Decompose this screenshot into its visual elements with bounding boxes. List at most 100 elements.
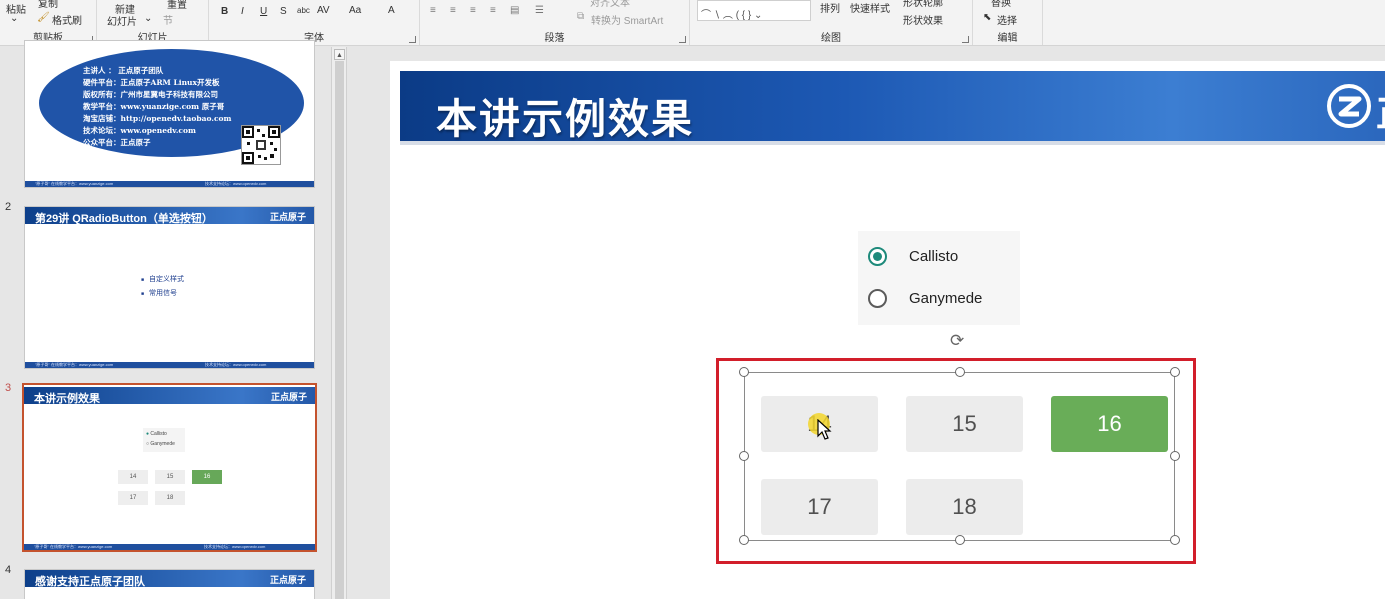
current-slide[interactable]: 本讲示例效果 正 Callisto Ganymede	[390, 61, 1385, 599]
shape-effects-button[interactable]: 形状效果	[903, 12, 943, 27]
slide-number-4: 4	[5, 564, 12, 576]
mini-button: 17	[118, 491, 148, 505]
select-button[interactable]: 选择	[997, 12, 1017, 27]
font-color-button[interactable]: A	[388, 5, 395, 16]
mini-button-active: 16	[192, 470, 222, 484]
paragraph-launcher-icon[interactable]	[679, 36, 686, 43]
rotate-handle-icon[interactable]: ⟳	[950, 331, 964, 351]
align-text-button[interactable]: 对齐文本	[590, 0, 630, 9]
qr-code-image	[241, 125, 281, 165]
character-spacing-button[interactable]: AV	[317, 5, 330, 16]
contact-info-lines: 主讲人 ： 正点原子团队 硬件平台：正点原子ARM Linux开发板 版权所有：…	[83, 65, 232, 149]
align-left-icon[interactable]: ≡	[430, 5, 436, 16]
editing-group: 替换 ⬉ 选择 编辑	[973, 0, 1043, 45]
columns-icon[interactable]: ☰	[535, 5, 544, 16]
slide-thumbnail-4[interactable]: 感谢支持正点原子团队 正点原子	[24, 569, 315, 599]
justify-icon[interactable]: ≡	[490, 5, 496, 16]
slide-header-bar: 本讲示例效果 正	[400, 71, 1385, 142]
footer-left-text: "原子哥" 在线教学平台：www.yuanzige.com	[35, 181, 114, 186]
thumbnail-title: 本讲示例效果	[34, 393, 100, 405]
strikethrough-button[interactable]: S	[280, 6, 287, 17]
smartart-icon: ⧉	[577, 11, 585, 22]
footer-right-text: 技术支持论坛：www.openedv.com	[205, 362, 267, 367]
radio-button-panel: Callisto Ganymede	[858, 231, 1020, 325]
new-slide-dropdown[interactable]: 幻灯片	[107, 13, 137, 28]
resize-handle[interactable]	[1170, 535, 1180, 545]
slide-thumbnail-1[interactable]: 主讲人 ： 正点原子团队 硬件平台：正点原子ARM Linux开发板 版权所有：…	[24, 40, 315, 188]
slide-thumbnail-3[interactable]: 本讲示例效果 正点原子 ● Callisto ○ Ganymede 14 15 …	[22, 383, 317, 552]
slide-number-2: 2	[5, 201, 12, 213]
resize-handle[interactable]	[1170, 367, 1180, 377]
quick-styles-button[interactable]: 快速样式	[850, 0, 890, 15]
slide-title[interactable]: 本讲示例效果	[436, 85, 694, 145]
convert-smartart-button[interactable]: 转换为 SmartArt	[591, 12, 663, 27]
distributed-icon[interactable]: ▤	[510, 5, 519, 16]
thumbnail-header: 第29讲 QRadioButton（单选按钮） 正点原子	[25, 207, 314, 225]
paragraph-group-label: 段落	[544, 33, 565, 44]
mini-button: 15	[155, 470, 185, 484]
resize-handle[interactable]	[955, 535, 965, 545]
resize-handle[interactable]	[1170, 451, 1180, 461]
pointer-icon: ⬉	[983, 12, 992, 23]
thumbnail-scrollbar[interactable]: ▲	[331, 47, 347, 599]
info-line: 公众平台：正点原子	[83, 138, 151, 147]
replace-button[interactable]: 替换	[991, 0, 1011, 9]
drawing-launcher-icon[interactable]	[962, 36, 969, 43]
info-line: 淘宝店铺：http://openedv.taobao.com	[83, 114, 232, 123]
info-line: 硬件平台：正点原子ARM Linux开发板	[83, 78, 220, 87]
font-launcher-icon[interactable]	[409, 36, 416, 43]
bullet-item: 自定义样式	[141, 273, 184, 287]
footer-right-text: 技术支持论坛：www.openedv.com	[204, 544, 266, 549]
mini-button: 18	[155, 491, 185, 505]
slide-thumbnail-pane[interactable]: 主讲人 ： 正点原子团队 硬件平台：正点原子ARM Linux开发板 版权所有：…	[0, 40, 330, 599]
number-button-17[interactable]: 17	[761, 479, 878, 535]
footer-left-text: "原子哥" 在线教学平台：www.yuanzige.com	[35, 362, 114, 367]
paste-dropdown-icon[interactable]: ⌄	[10, 13, 18, 24]
thumbnail-logo: 正点原子	[269, 575, 306, 585]
number-button-18[interactable]: 18	[906, 479, 1023, 535]
change-case-button[interactable]: Aa	[349, 5, 361, 16]
drawing-group: ⌒ ∖ ︵ ( { } ⌄ 排列 快速样式 形状轮廓 形状效果 绘图	[690, 0, 973, 45]
format-painter-button[interactable]: 格式刷	[52, 12, 82, 27]
info-line: 版权所有：广州市星翼电子科技有限公司	[83, 90, 218, 99]
resize-handle[interactable]	[739, 535, 749, 545]
reset-button[interactable]: 重置	[167, 0, 187, 11]
resize-handle[interactable]	[739, 367, 749, 377]
italic-button[interactable]: I	[241, 6, 244, 17]
align-right-icon[interactable]: ≡	[470, 5, 476, 16]
thumbnail-header: 本讲示例效果 正点原子	[24, 387, 315, 405]
thumbnail-footer: "原子哥" 在线教学平台：www.yuanzige.com 技术支持论坛：www…	[24, 544, 315, 550]
thumbnail-title: 感谢支持正点原子团队	[35, 576, 145, 588]
slide-thumbnail-2[interactable]: 第29讲 QRadioButton（单选按钮） 正点原子 自定义样式 常用信号 …	[24, 206, 315, 369]
number-button-15[interactable]: 15	[906, 396, 1023, 452]
resize-handle[interactable]	[955, 367, 965, 377]
bullet-item: 常用信号	[141, 287, 184, 301]
shapes-gallery[interactable]: ⌒ ∖ ︵ ( { } ⌄	[697, 0, 811, 21]
shape-outline-button[interactable]: 形状轮廓	[903, 0, 943, 9]
arrange-button[interactable]: 排列	[820, 0, 840, 15]
footer-left-text: "原子哥" 在线教学平台：www.yuanzige.com	[34, 544, 113, 549]
resize-handle[interactable]	[739, 451, 749, 461]
editing-group-label: 编辑	[997, 33, 1018, 44]
scroll-up-icon[interactable]: ▲	[334, 49, 345, 60]
thumbnail-logo: 正点原子	[270, 392, 307, 402]
section-button[interactable]: 节	[163, 12, 173, 27]
radio-label: Callisto	[909, 248, 959, 265]
paragraph-group: ≡ ≡ ≡ ≡ ▤ ☰ 对齐文本 ⧉ 转换为 SmartArt 段落	[420, 0, 690, 45]
slide-editing-canvas[interactable]: 本讲示例效果 正 Callisto Ganymede	[348, 47, 1385, 599]
thumbnail-footer: "原子哥" 在线教学平台：www.yuanzige.com 技术支持论坛：www…	[25, 362, 314, 368]
radio-unchecked-icon[interactable]	[868, 289, 887, 308]
scrollbar-thumb[interactable]	[335, 61, 344, 599]
text-shadow-button[interactable]: abc	[297, 6, 310, 15]
chevron-down-icon: ⌄	[144, 13, 153, 24]
underline-button[interactable]: U	[260, 6, 267, 17]
radio-checked-icon[interactable]	[868, 247, 887, 266]
logo-icon	[1327, 84, 1371, 128]
thumbnail-header: 感谢支持正点原子团队 正点原子	[25, 570, 314, 588]
header-underline	[400, 141, 1385, 145]
copy-button[interactable]: 复制	[38, 0, 58, 10]
align-center-icon[interactable]: ≡	[450, 5, 456, 16]
info-line: 主讲人 ： 正点原子团队	[83, 66, 164, 75]
bold-button[interactable]: B	[221, 6, 228, 17]
number-button-16[interactable]: 16	[1051, 396, 1168, 452]
